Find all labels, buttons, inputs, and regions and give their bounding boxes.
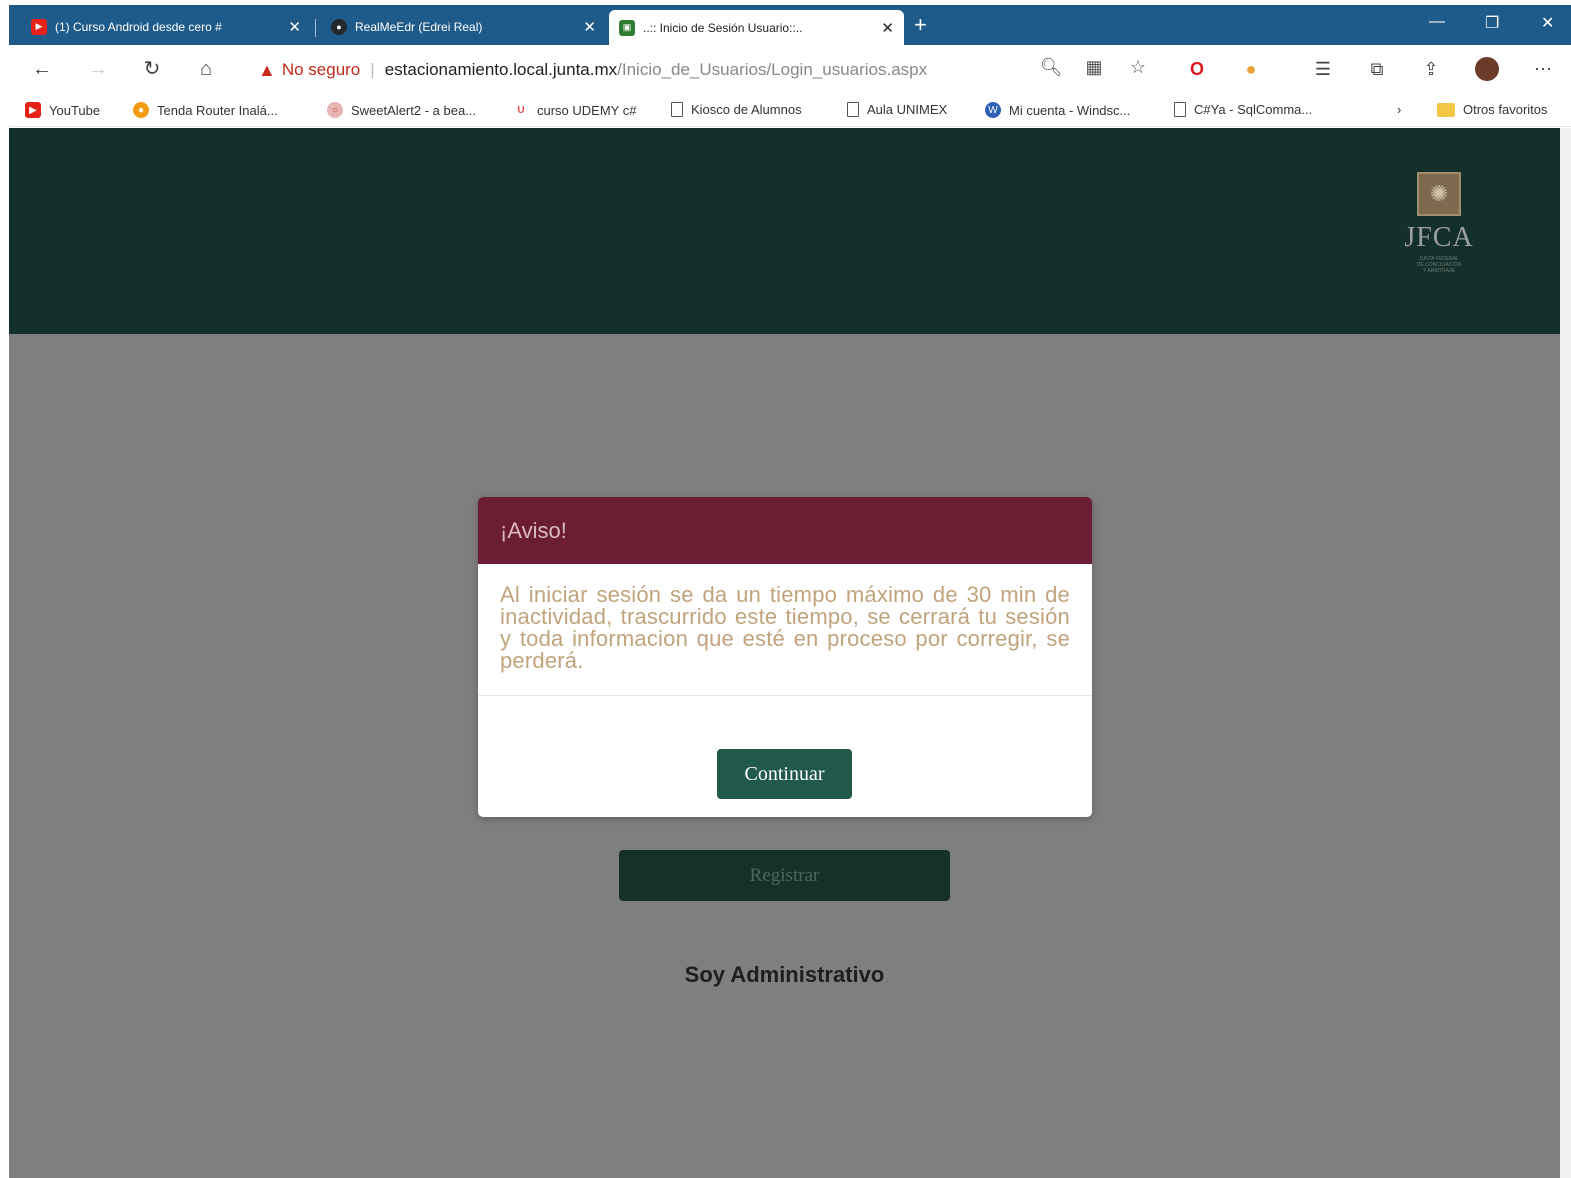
- browser-window: ▶ (1) Curso Android desde cero # ✕ ● Rea…: [0, 0, 1571, 1178]
- refresh-button[interactable]: ↻: [139, 57, 165, 81]
- close-icon[interactable]: ✕: [583, 18, 596, 36]
- bookmarks-bar: ▶ YouTube ● Tenda Router Inalá... ○ Swee…: [9, 95, 1571, 127]
- bookmark-label: Tenda Router Inalá...: [157, 102, 278, 118]
- translate-icon[interactable]: ▦: [1082, 57, 1106, 78]
- bookmark-tenda[interactable]: ● Tenda Router Inalá...: [133, 102, 278, 118]
- register-button[interactable]: Registrar: [619, 850, 950, 901]
- page-icon: [847, 102, 859, 117]
- warning-icon: ▲: [258, 59, 276, 80]
- seal-icon: ✺: [1417, 172, 1461, 216]
- forward-button[interactable]: →: [85, 57, 111, 81]
- modal-footer: Continuar: [478, 696, 1092, 816]
- youtube-icon: ▶: [25, 102, 41, 118]
- modal-title: ¡Aviso!: [500, 517, 567, 543]
- close-icon[interactable]: ✕: [881, 19, 894, 37]
- logo-subtext: JUNTA FEDERAL DE CONCILIACIÓN Y ARBITRAJ…: [1399, 256, 1479, 274]
- close-window-button[interactable]: ✕: [1541, 13, 1554, 33]
- more-icon[interactable]: ⋯: [1531, 57, 1555, 81]
- bookmark-aula-unimex[interactable]: Aula UNIMEX: [847, 102, 947, 117]
- back-button[interactable]: ←: [29, 57, 55, 81]
- bookmark-label: Mi cuenta - Windsc...: [1009, 102, 1131, 118]
- bookmark-label: Kiosco de Alumnos: [691, 102, 802, 117]
- zoom-icon[interactable]: 🔍︎: [1039, 57, 1063, 78]
- bookmark-csharp-ya[interactable]: C#Ya - SqlComma...: [1174, 102, 1312, 117]
- modal-body: Al iniciar sesión se da un tiempo máximo…: [478, 564, 1092, 696]
- bookmark-label: SweetAlert2 - a bea...: [351, 102, 477, 118]
- logo-text: JFCA: [1404, 222, 1474, 253]
- folder-icon: [1437, 102, 1455, 117]
- tab-title: RealMeEdr (Edrei Real): [355, 19, 483, 34]
- udemy-icon: U: [517, 104, 525, 116]
- site-header: ✺ JFCA JUNTA FEDERAL DE CONCILIACIÓN Y A…: [9, 128, 1560, 334]
- bookmark-label: C#Ya - SqlComma...: [1194, 102, 1313, 117]
- notice-modal: ¡Aviso! Al iniciar sesión se da un tiemp…: [478, 497, 1092, 817]
- tab-youtube[interactable]: ▶ (1) Curso Android desde cero # ✕: [21, 8, 311, 45]
- separator: |: [370, 60, 375, 79]
- bookmark-label: curso UDEMY c#: [537, 102, 637, 118]
- url-path: /Inicio_de_Usuarios/Login_usuarios.aspx: [617, 60, 928, 79]
- favorite-star-icon[interactable]: ☆: [1126, 57, 1150, 78]
- new-tab-button[interactable]: +: [914, 13, 927, 37]
- scrollbar[interactable]: [1560, 128, 1571, 1178]
- windscribe-icon: W: [985, 102, 1001, 118]
- tab-separator: [315, 19, 316, 37]
- tab-login-active[interactable]: ▣ ..:: Inicio de Sesión Usuario::.. ✕: [609, 10, 904, 45]
- page-icon: [671, 102, 683, 117]
- bookmark-windscribe[interactable]: W Mi cuenta - Windsc...: [985, 102, 1130, 118]
- bookmark-label: Aula UNIMEX: [867, 102, 948, 117]
- cookie-icon[interactable]: ●: [1239, 57, 1263, 81]
- page-icon: [1174, 102, 1186, 117]
- opera-icon[interactable]: O: [1185, 57, 1209, 81]
- share-icon[interactable]: ⇪: [1419, 57, 1443, 81]
- bookmark-label: Otros favoritos: [1463, 102, 1548, 117]
- modal-message: Al iniciar sesión se da un tiempo máximo…: [500, 582, 1070, 673]
- modal-header: ¡Aviso!: [478, 497, 1092, 564]
- favorites-icon[interactable]: ☰: [1311, 57, 1335, 81]
- bookmarks-overflow-chevron-icon[interactable]: ›: [1397, 102, 1401, 117]
- continue-button[interactable]: Continuar: [717, 749, 852, 799]
- jfca-logo: ✺ JFCA JUNTA FEDERAL DE CONCILIACIÓN Y A…: [1399, 172, 1479, 282]
- home-button[interactable]: ⌂: [193, 57, 219, 81]
- url-host: estacionamiento.local.junta.mx: [384, 60, 618, 79]
- bookmark-label: YouTube: [49, 102, 101, 118]
- navigation-bar: ← → ↻ ⌂ ▲ No seguro | estacionamiento.lo…: [9, 45, 1571, 95]
- youtube-icon: ▶: [31, 18, 47, 35]
- tenda-icon: ●: [133, 102, 149, 118]
- minimize-button[interactable]: —: [1429, 13, 1445, 31]
- tab-title: (1) Curso Android desde cero #: [55, 19, 222, 34]
- security-status[interactable]: No seguro: [282, 60, 360, 80]
- tab-strip: ▶ (1) Curso Android desde cero # ✕ ● Rea…: [9, 5, 1571, 45]
- restore-button[interactable]: ❐: [1485, 13, 1499, 33]
- save-icon: ▣: [619, 19, 635, 36]
- profile-avatar[interactable]: [1475, 57, 1499, 81]
- logo-subtext-line: Y ARBITRAJE: [1423, 268, 1455, 274]
- address-bar[interactable]: ▲ No seguro | estacionamiento.local.junt…: [244, 52, 1164, 88]
- bookmark-kiosco[interactable]: Kiosco de Alumnos: [671, 102, 802, 117]
- bookmark-youtube[interactable]: ▶ YouTube: [25, 102, 100, 118]
- tab-title: ..:: Inicio de Sesión Usuario::..: [643, 20, 803, 35]
- bookmark-udemy[interactable]: U curso UDEMY c#: [513, 102, 636, 118]
- tab-github[interactable]: ● RealMeEdr (Edrei Real) ✕: [321, 8, 606, 45]
- sweetalert-icon: ○: [327, 102, 343, 118]
- bookmark-sweetalert[interactable]: ○ SweetAlert2 - a bea...: [327, 102, 476, 118]
- admin-link[interactable]: Soy Administrativo: [9, 962, 1560, 988]
- github-icon: ●: [331, 18, 347, 35]
- bookmark-other-favorites[interactable]: Otros favoritos: [1437, 102, 1548, 117]
- close-icon[interactable]: ✕: [288, 18, 301, 36]
- collections-icon[interactable]: ⧉: [1365, 57, 1389, 81]
